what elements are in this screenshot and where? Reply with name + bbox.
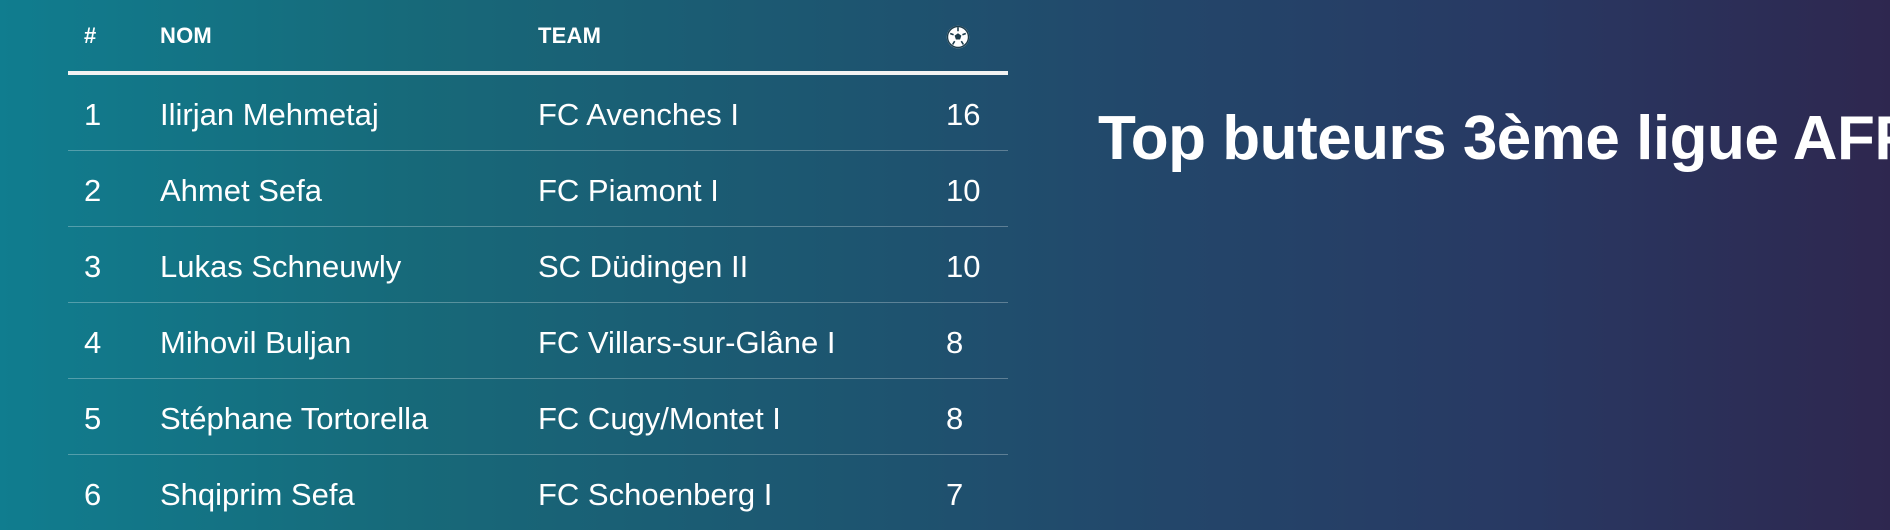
table-row: 3 Lukas Schneuwly SC Düdingen II 10 xyxy=(68,227,1008,303)
row-rank: 2 xyxy=(84,173,102,208)
row-player-name: Stéphane Tortorella xyxy=(160,401,429,436)
table-row: 4 Mihovil Buljan FC Villars-sur-Glâne I … xyxy=(68,303,1008,379)
soccer-ball-icon xyxy=(946,25,970,49)
row-goals: 7 xyxy=(946,477,964,512)
row-player-name: Ahmet Sefa xyxy=(160,173,322,208)
row-team: SC Düdingen II xyxy=(538,249,749,284)
table-row: 6 Shqiprim Sefa FC Schoenberg I 7 xyxy=(68,455,1008,530)
page-title: Top buteurs 3ème ligue AFF xyxy=(1098,104,1890,173)
row-team: FC Villars-sur-Glâne I xyxy=(538,325,836,360)
row-rank: 4 xyxy=(84,325,102,360)
row-player-name: Mihovil Buljan xyxy=(160,325,352,360)
header-team: TEAM xyxy=(538,23,602,48)
row-goals: 16 xyxy=(946,97,981,132)
row-goals: 10 xyxy=(946,249,981,284)
row-goals: 10 xyxy=(946,173,981,208)
header-name: NOM xyxy=(160,23,212,48)
row-team: FC Piamont I xyxy=(538,173,719,208)
row-player-name: Lukas Schneuwly xyxy=(160,249,402,284)
row-rank: 1 xyxy=(84,97,102,132)
row-goals: 8 xyxy=(946,325,964,360)
header-rank: # xyxy=(84,23,97,48)
row-rank: 5 xyxy=(84,401,102,436)
row-team: FC Avenches I xyxy=(538,97,740,132)
row-player-name: Ilirjan Mehmetaj xyxy=(160,97,379,132)
table-row: 1 Ilirjan Mehmetaj FC Avenches I 16 xyxy=(68,75,1008,151)
row-team: FC Cugy/Montet I xyxy=(538,401,781,436)
table-row: 5 Stéphane Tortorella FC Cugy/Montet I 8 xyxy=(68,379,1008,455)
scorers-table: # NOM TEAM 1 Ilirjan Mehmetaj FC Avenche… xyxy=(68,0,1008,530)
row-rank: 6 xyxy=(84,477,102,512)
row-player-name: Shqiprim Sefa xyxy=(160,477,355,512)
row-team: FC Schoenberg I xyxy=(538,477,773,512)
table-header: # NOM TEAM xyxy=(68,0,1008,75)
row-rank: 3 xyxy=(84,249,102,284)
row-goals: 8 xyxy=(946,401,964,436)
table-row: 2 Ahmet Sefa FC Piamont I 10 xyxy=(68,151,1008,227)
